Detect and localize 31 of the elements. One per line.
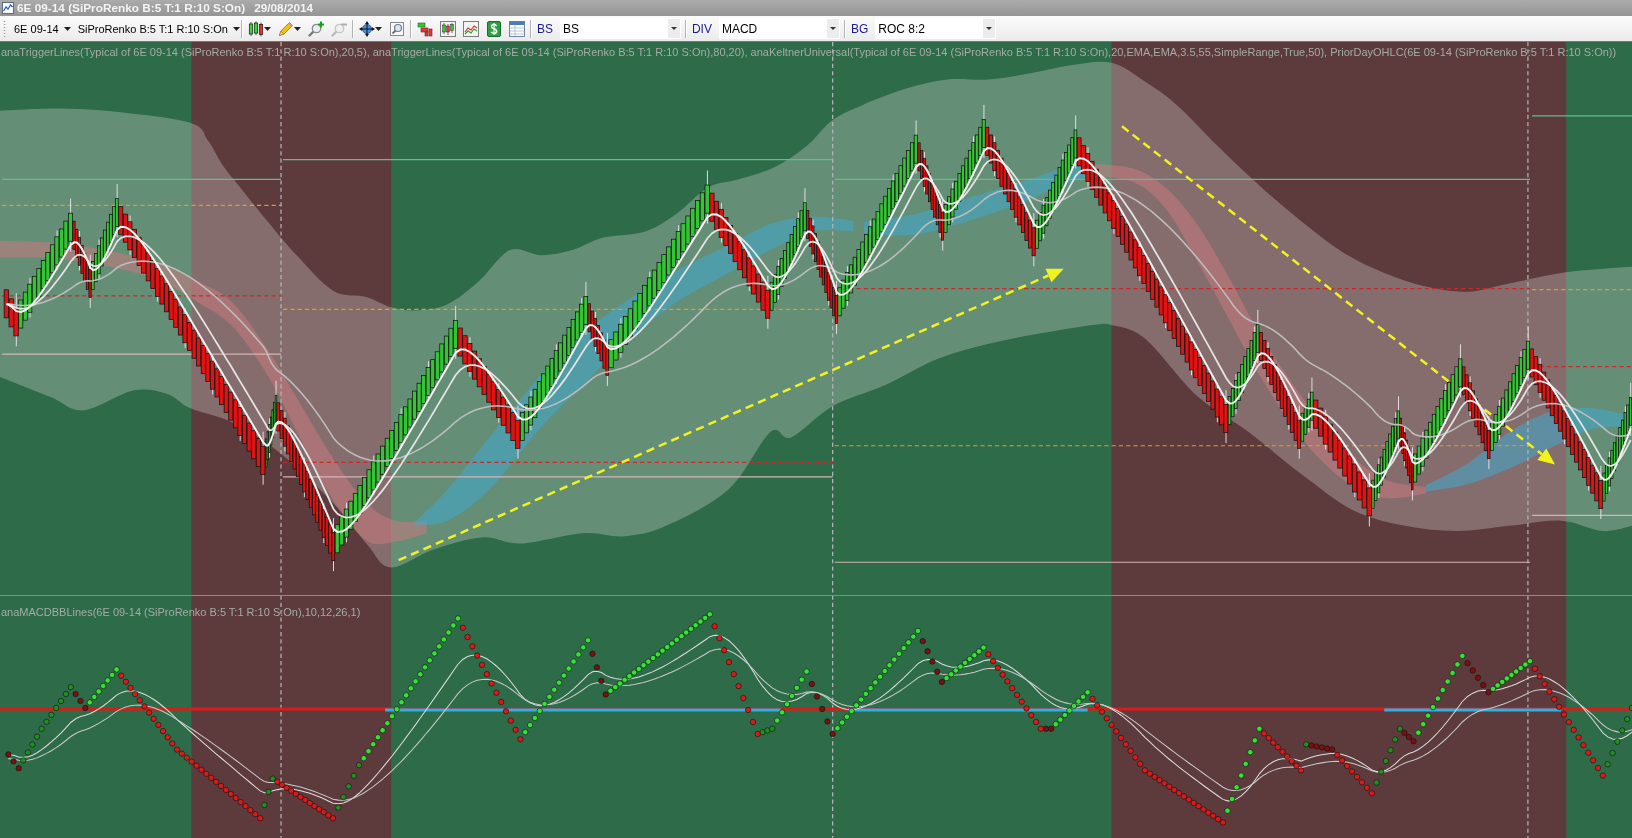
line-chart-icon: [2, 2, 14, 14]
selector-label: BG: [850, 21, 869, 36]
caret-icon[interactable]: [232, 26, 240, 31]
bar-stack-icon[interactable]: [417, 20, 434, 37]
grip-icon[interactable]: [3, 19, 6, 38]
crosshair-icon[interactable]: [359, 20, 376, 37]
table-icon[interactable]: [509, 20, 526, 37]
candle-chart-icon[interactable]: [440, 20, 457, 37]
line-chart-icon[interactable]: [463, 20, 480, 37]
instrument-dropdown[interactable]: 6E 09-14: [14, 20, 71, 37]
caret-icon[interactable]: [375, 26, 383, 31]
dropdown-field[interactable]: ROC 8:2: [875, 18, 997, 39]
chart-type-dropdown[interactable]: SiProRenko B:5 T:1 R:10 S:On: [77, 20, 240, 37]
dropdown-field[interactable]: BS: [559, 18, 681, 39]
selector-label: DIV: [691, 21, 712, 36]
dropdown-field[interactable]: MACD: [718, 18, 840, 39]
caret-icon[interactable]: [983, 19, 996, 38]
zoom-in-icon[interactable]: [308, 20, 325, 37]
window-title: 6E 09-14 (SiProRenko B:5 T:1 R:10 S:On): [17, 1, 246, 15]
caret-icon[interactable]: [264, 26, 272, 31]
selector-label: BS: [536, 21, 553, 36]
indicator-label: anaMACDBBLines(6E 09-14 (SiProRenko B:5 T:1 R:10 S:On),10,12,26,1): [1, 606, 361, 619]
dollar-icon[interactable]: [486, 20, 503, 37]
candlestick-icon[interactable]: [248, 20, 265, 37]
window-date: 29/08/2014: [254, 1, 314, 15]
caret-icon[interactable]: [294, 26, 302, 31]
indicator-label: anaTriggerLines(Typical of 6E 09-14 (SiProRenko B:5 T:1 R:10 S:On),20,5), anaTriggerLines(Typical of 6E 09-14 (SiProRenko B:5 T:1 R:10 S:On),80,20), anaKeltnerUniversal(Typical of 6E 09-14 (SiProRenko B:5 T:1 R:10 S:On),20,EMA,EMA,3.5,55,SimpleRange,True,50), PriorDayOHLC(6E 09-14 (SiProRenko B:5 T:1 R:10 S:On)): [1, 46, 1617, 59]
caret-icon[interactable]: [667, 19, 680, 38]
magnifier-icon[interactable]: [389, 20, 406, 37]
caret-icon[interactable]: [63, 26, 71, 31]
caret-icon[interactable]: [826, 19, 839, 38]
